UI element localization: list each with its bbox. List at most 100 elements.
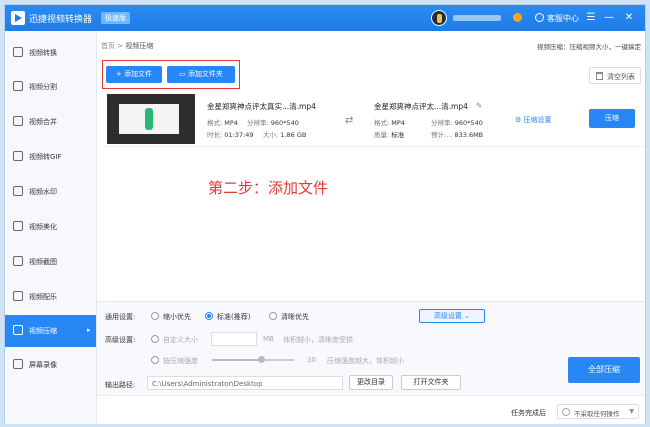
clear-list-button[interactable]: 清空列表 [589,67,641,84]
gif-icon [13,151,23,161]
sidebar-item-label: 视频水印 [29,188,57,196]
breadcrumb-home[interactable]: 首页 [101,42,115,50]
sidebar-item-gif[interactable]: 视频转GIF [5,141,96,173]
output-format: 格式: MP4 [374,117,405,127]
advanced-settings-label: 高级设置 [433,312,462,320]
vip-coin-icon[interactable] [513,13,522,22]
size-value: 1.86 GB [280,131,307,139]
size-label: 大小: [263,131,279,139]
user-avatar[interactable] [431,10,447,26]
after-completion-value: 不采取任何操作 [574,410,620,418]
add-file-button[interactable]: + 添加文件 [106,66,162,83]
after-completion-label: 任务完成后 [511,409,546,417]
add-folder-label: 添加文件夹 [187,70,223,78]
sidebar-item-compress[interactable]: 视频压缩 ▸ [5,315,96,347]
output-quality: 质量: 标准 [374,129,404,139]
sidebar-item-convert[interactable]: 视频转换 [5,37,96,69]
radio-small-first[interactable] [151,312,159,320]
custom-size-hint: 体积越小，清晰度受损 [283,336,353,344]
screenshot-icon [13,256,23,266]
change-directory-button[interactable]: 更改目录 [349,375,393,390]
video-thumbnail [107,94,195,144]
record-icon [13,359,23,369]
task-row[interactable]: 金星郑爽神点评太真实...清.mp4 格式: MP4 分辨率: 960*540 … [101,91,645,147]
sidebar-item-split[interactable]: 视频分割 [5,71,96,103]
source-size: 大小: 1.86 GB [263,129,306,139]
sidebar-item-label: 屏幕录像 [29,361,57,369]
breadcrumb-separator: > [117,42,124,50]
music-icon [13,291,23,301]
duration-value: 01:37:49 [224,131,254,139]
beautify-icon [13,221,23,231]
service-center-link[interactable]: 客服中心 [547,13,579,24]
compress-button[interactable]: 压缩 [589,109,635,128]
menu-icon[interactable]: ☰ [585,11,597,25]
compress-icon [13,325,23,335]
source-filename: 金星郑爽神点评太真实...清.mp4 [207,102,316,111]
resolution-value: 960*540 [454,119,483,127]
feature-hint: 视频压缩：压缩视频大小，一键搞定 [537,43,641,51]
sidebar-item-watermark[interactable]: 视频水印 [5,176,96,208]
open-folder-button[interactable]: 打开文件夹 [401,375,461,390]
watermark-icon [13,186,23,196]
advanced-settings-button[interactable]: 高级设置 ⌄ [419,309,485,323]
radio-clear-first[interactable] [269,312,277,320]
standard-label[interactable]: 标准(推荐) [217,312,250,322]
resolution-value: 960*540 [270,119,299,127]
chat-icon[interactable] [535,13,544,22]
small-first-label[interactable]: 缩小优先 [163,312,191,322]
merge-icon [13,116,23,126]
output-filename[interactable]: 金星郑爽神点评太...清.mp4 [374,101,468,112]
ratio-slider-fill [212,359,262,361]
after-completion-select[interactable]: 不采取任何操作 ▼ [557,404,639,419]
quality-value: 标准 [391,131,405,139]
sidebar-item-screenshot[interactable]: 视频截图 [5,246,96,278]
breadcrumb-current: 视频压缩 [125,42,154,50]
ratio-slider-knob[interactable] [258,356,266,363]
app-title: 迅捷视频转换器 [29,15,93,25]
title-bar: 迅捷视频转换器 极速版 客服中心 ☰ — ✕ [5,5,645,31]
radio-custom-size[interactable] [151,335,159,343]
app-window: 迅捷视频转换器 极速版 客服中心 ☰ — ✕ 视频转换 视频分割 视频合并 视频… [4,4,646,424]
quality-label: 质量: [374,131,390,139]
compress-all-button[interactable]: 全部压缩 [568,357,640,383]
sidebar-item-record[interactable]: 屏幕录像 [5,349,96,381]
sidebar-item-label: 视频分割 [29,83,57,91]
settings-panel: 通用设置: 缩小优先 标准(推荐) 清晰优先 高级设置 ⌄ 高级设置: 自定义大… [97,301,645,395]
sidebar: 视频转换 视频分割 视频合并 视频转GIF 视频水印 视频美化 视频截图 视频配… [5,31,97,424]
radio-standard[interactable] [205,312,213,320]
general-settings-label: 通用设置: [105,313,136,321]
status-bar: 任务完成后 不采取任何操作 ▼ [97,395,645,424]
sidebar-item-music[interactable]: 视频配乐 [5,281,96,313]
resolution-label: 分辨率: [431,119,453,127]
sidebar-item-label: 视频压缩 [29,327,57,335]
advanced-settings-row-label: 高级设置: [105,336,136,344]
custom-size-label[interactable]: 自定义大小 [163,335,198,345]
breadcrumb: 首页 > 视频压缩 [101,41,153,51]
output-estimate: 预计:... 833.6MB [431,129,483,139]
output-path-label: 输出路径: [105,381,136,389]
clear-list-label: 清空列表 [607,73,635,81]
estimate-value: 833.6MB [454,131,484,139]
close-icon[interactable]: ✕ [623,11,635,25]
convert-icon [13,47,23,57]
username-masked[interactable] [453,15,501,21]
add-folder-button[interactable]: ▭ 添加文件夹 [167,66,235,83]
by-ratio-label[interactable]: 按压缩强度 [163,356,198,366]
radio-by-ratio[interactable] [151,356,159,364]
sidebar-item-merge[interactable]: 视频合并 [5,106,96,138]
sidebar-item-beautify[interactable]: 视频美化 [5,211,96,243]
clear-first-label[interactable]: 清晰优先 [281,312,309,322]
compress-settings-link[interactable]: ⚙ 压缩设置 [515,115,552,125]
resolution-label: 分辨率: [247,119,269,127]
edit-name-icon[interactable]: ✎ [476,101,482,110]
ratio-slider[interactable] [212,356,294,363]
gear-icon: ⚙ [515,116,524,124]
estimate-label: 预计:... [431,131,453,139]
output-path-input[interactable]: C:\Users\Administrator\Desktop [147,376,343,390]
sidebar-item-label: 视频转换 [29,49,57,57]
custom-size-input[interactable] [211,332,257,346]
minimize-icon[interactable]: — [603,11,615,25]
trash-icon [596,72,603,80]
sidebar-item-label: 视频美化 [29,223,57,231]
